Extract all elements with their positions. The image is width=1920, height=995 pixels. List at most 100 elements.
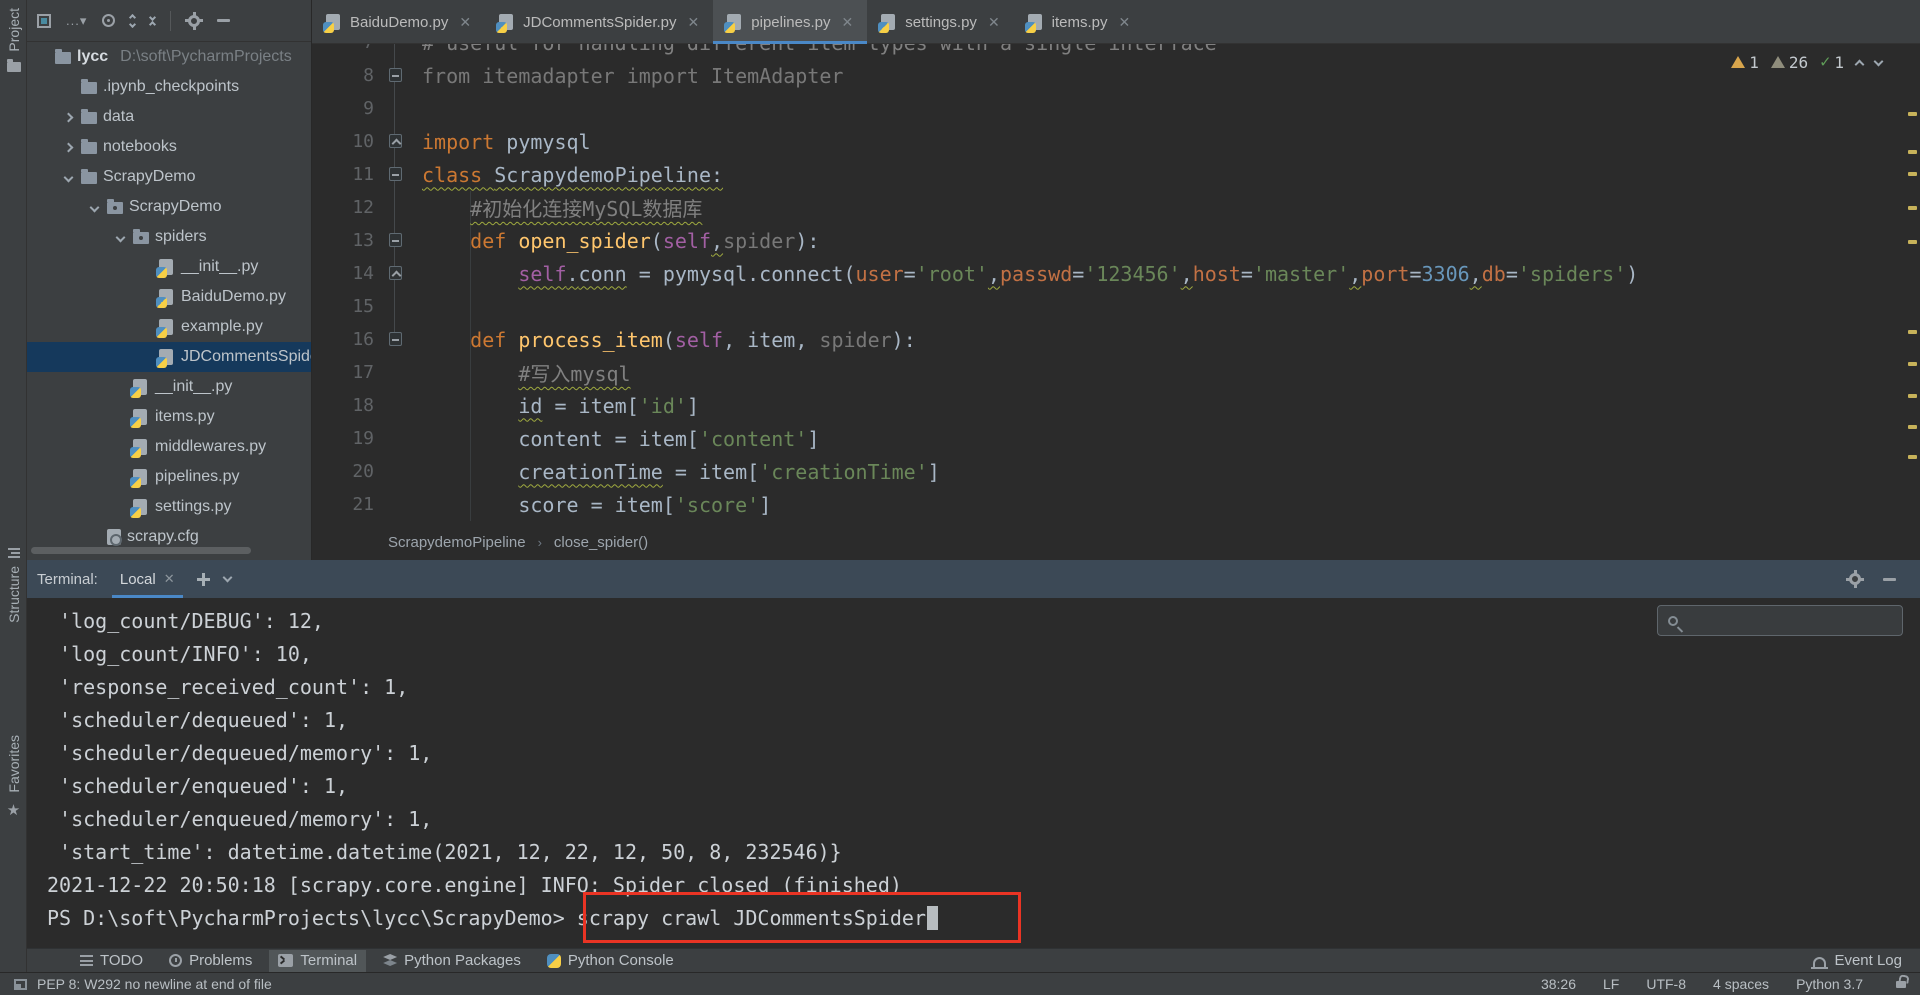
code-token: 'spiders': [1517, 261, 1627, 286]
close-tab-icon[interactable]: ✕: [841, 14, 853, 31]
lock-icon[interactable]: [1896, 980, 1906, 988]
tree-item[interactable]: items.py: [27, 402, 311, 432]
breadcrumb-class[interactable]: ScrapydemoPipeline: [388, 534, 526, 551]
tree-item[interactable]: middlewares.py: [27, 432, 311, 462]
project-settings-gear-icon[interactable]: [185, 11, 204, 30]
tree-item[interactable]: data: [27, 102, 311, 132]
status-indent-style[interactable]: 4 spaces: [1713, 976, 1769, 992]
close-terminal-tab-icon[interactable]: ✕: [164, 571, 175, 587]
chevron-down-icon[interactable]: [89, 202, 99, 212]
terminal-prompt-line[interactable]: PS D:\soft\PycharmProjects\lycc\ScrapyDe…: [47, 892, 1920, 943]
tree-item[interactable]: ScrapyDemo: [27, 162, 311, 192]
new-terminal-session-icon[interactable]: [196, 572, 210, 586]
close-tab-icon[interactable]: ✕: [988, 14, 1000, 31]
terminal-search-field[interactable]: [1657, 605, 1903, 636]
chevron-right-icon[interactable]: [63, 112, 73, 122]
code-token: =: [626, 261, 663, 286]
project-stripe-button[interactable]: Project: [0, 8, 27, 72]
status-file-encoding[interactable]: UTF-8: [1646, 976, 1686, 992]
code-token: ]: [807, 426, 820, 451]
tree-item[interactable]: settings.py: [27, 492, 311, 522]
tool-window-button-terminal[interactable]: Terminal: [269, 949, 367, 972]
code-token: ]: [927, 459, 940, 484]
terminal-dropdown-icon[interactable]: [222, 572, 233, 583]
breadcrumb-method[interactable]: close_spider(): [554, 534, 648, 551]
line-number: 19: [352, 428, 374, 449]
structure-stripe-button[interactable]: Structure: [0, 548, 27, 623]
code-line: 17 #写入mysql: [312, 356, 1920, 389]
code-line: 15: [312, 290, 1920, 323]
code-text: from itemadapter import ItemAdapter: [422, 64, 843, 88]
editor-tab[interactable]: JDCommentsSpider.py ✕: [485, 0, 713, 44]
line-number: 20: [352, 461, 374, 482]
tree-item[interactable]: lycc D:\soft\PycharmProjects: [27, 42, 311, 72]
project-view-selector-icon[interactable]: [37, 13, 51, 28]
tool-window-button-python-packages[interactable]: Python Packages: [374, 950, 530, 972]
more-options-icon[interactable]: ...▾: [66, 13, 87, 29]
code-token: import: [422, 129, 507, 154]
prev-issue-icon[interactable]: [1854, 59, 1865, 69]
close-tab-icon[interactable]: ✕: [688, 14, 700, 31]
expand-all-icon[interactable]: [129, 13, 137, 28]
line-number: 12: [352, 197, 374, 218]
fold-marker-icon[interactable]: [388, 332, 402, 346]
code-text: self.conn = pymysql.connect(user='root',…: [422, 262, 1638, 286]
tree-item[interactable]: BaiduDemo.py: [27, 282, 311, 312]
terminal-minimize-icon[interactable]: [1883, 577, 1896, 581]
fold-marker-icon[interactable]: [388, 167, 402, 181]
tree-item[interactable]: __init__.py: [27, 372, 311, 402]
tree-item[interactable]: example.py: [27, 312, 311, 342]
collapse-all-icon[interactable]: [149, 13, 157, 28]
next-issue-icon[interactable]: [1873, 56, 1884, 66]
tool-window-button-todo[interactable]: TODO: [71, 950, 152, 972]
tree-item-label: __init__.py: [181, 258, 259, 275]
fold-column: [374, 125, 416, 148]
chevron-right-icon[interactable]: [63, 142, 73, 152]
favorites-star-icon: ★: [6, 801, 21, 819]
line-number: 8: [363, 65, 374, 86]
fold-marker-icon[interactable]: [388, 233, 402, 247]
tool-window-button-problems[interactable]: Problems: [160, 950, 261, 972]
editor-tab[interactable]: BaiduDemo.py ✕: [312, 0, 485, 44]
breadcrumb-separator: ›: [537, 534, 542, 550]
status-caret-position[interactable]: 38:26: [1541, 976, 1576, 992]
fold-marker-icon[interactable]: [388, 68, 402, 82]
tree-item[interactable]: pipelines.py: [27, 462, 311, 492]
terminal-tab-local[interactable]: Local ✕: [111, 560, 183, 598]
hide-panel-icon[interactable]: [217, 19, 231, 22]
tree-item[interactable]: JDCommentsSpider.py: [27, 342, 311, 372]
close-tab-icon[interactable]: ✕: [1119, 14, 1131, 31]
chevron-down-icon[interactable]: [63, 172, 73, 182]
editor-tab[interactable]: settings.py ✕: [867, 0, 1013, 44]
terminal-settings-gear-icon[interactable]: [1846, 570, 1864, 588]
chevron-down-icon[interactable]: [115, 232, 125, 242]
status-python-interpreter[interactable]: Python 3.7: [1796, 976, 1863, 992]
tool-window-button-python-console[interactable]: Python Console: [538, 950, 683, 972]
editor-tab[interactable]: items.py ✕: [1014, 0, 1145, 44]
code-text: # useful for handling different item typ…: [422, 44, 1217, 55]
status-message[interactable]: PEP 8: W292 no newline at end of file: [37, 976, 272, 992]
status-line-separator[interactable]: LF: [1603, 976, 1619, 992]
inspections-widget[interactable]: 1 26 ✓ 1: [1731, 52, 1884, 72]
code-token: ]: [686, 393, 699, 418]
tree-item[interactable]: __init__.py: [27, 252, 311, 282]
terminal-output[interactable]: 'log_count/DEBUG': 12, 'log_count/INFO':…: [27, 598, 1920, 948]
fold-marker-icon[interactable]: [388, 134, 402, 148]
tree-item[interactable]: ScrapyDemo: [27, 192, 311, 222]
tree-item[interactable]: spiders: [27, 222, 311, 252]
toggle-panels-icon[interactable]: [14, 978, 27, 990]
close-tab-icon[interactable]: ✕: [459, 14, 471, 31]
tree-item-label: __init__.py: [155, 378, 233, 395]
tree-item[interactable]: notebooks: [27, 132, 311, 162]
editor-tab[interactable]: pipelines.py ✕: [713, 0, 868, 44]
project-root-name: lycc: [77, 48, 109, 65]
code-token: =: [1240, 261, 1253, 286]
code-editor[interactable]: 7 # useful for handling different item ty…: [312, 44, 1920, 524]
tree-item[interactable]: .ipynb_checkpoints: [27, 72, 311, 102]
horizontal-scrollbar[interactable]: [31, 547, 251, 554]
locate-file-icon[interactable]: [102, 14, 116, 27]
favorites-stripe-button[interactable]: Favorites ★: [0, 735, 27, 818]
warning-icon: [1731, 56, 1746, 68]
event-log-button[interactable]: Event Log: [1811, 952, 1920, 969]
fold-marker-icon[interactable]: [388, 266, 402, 280]
